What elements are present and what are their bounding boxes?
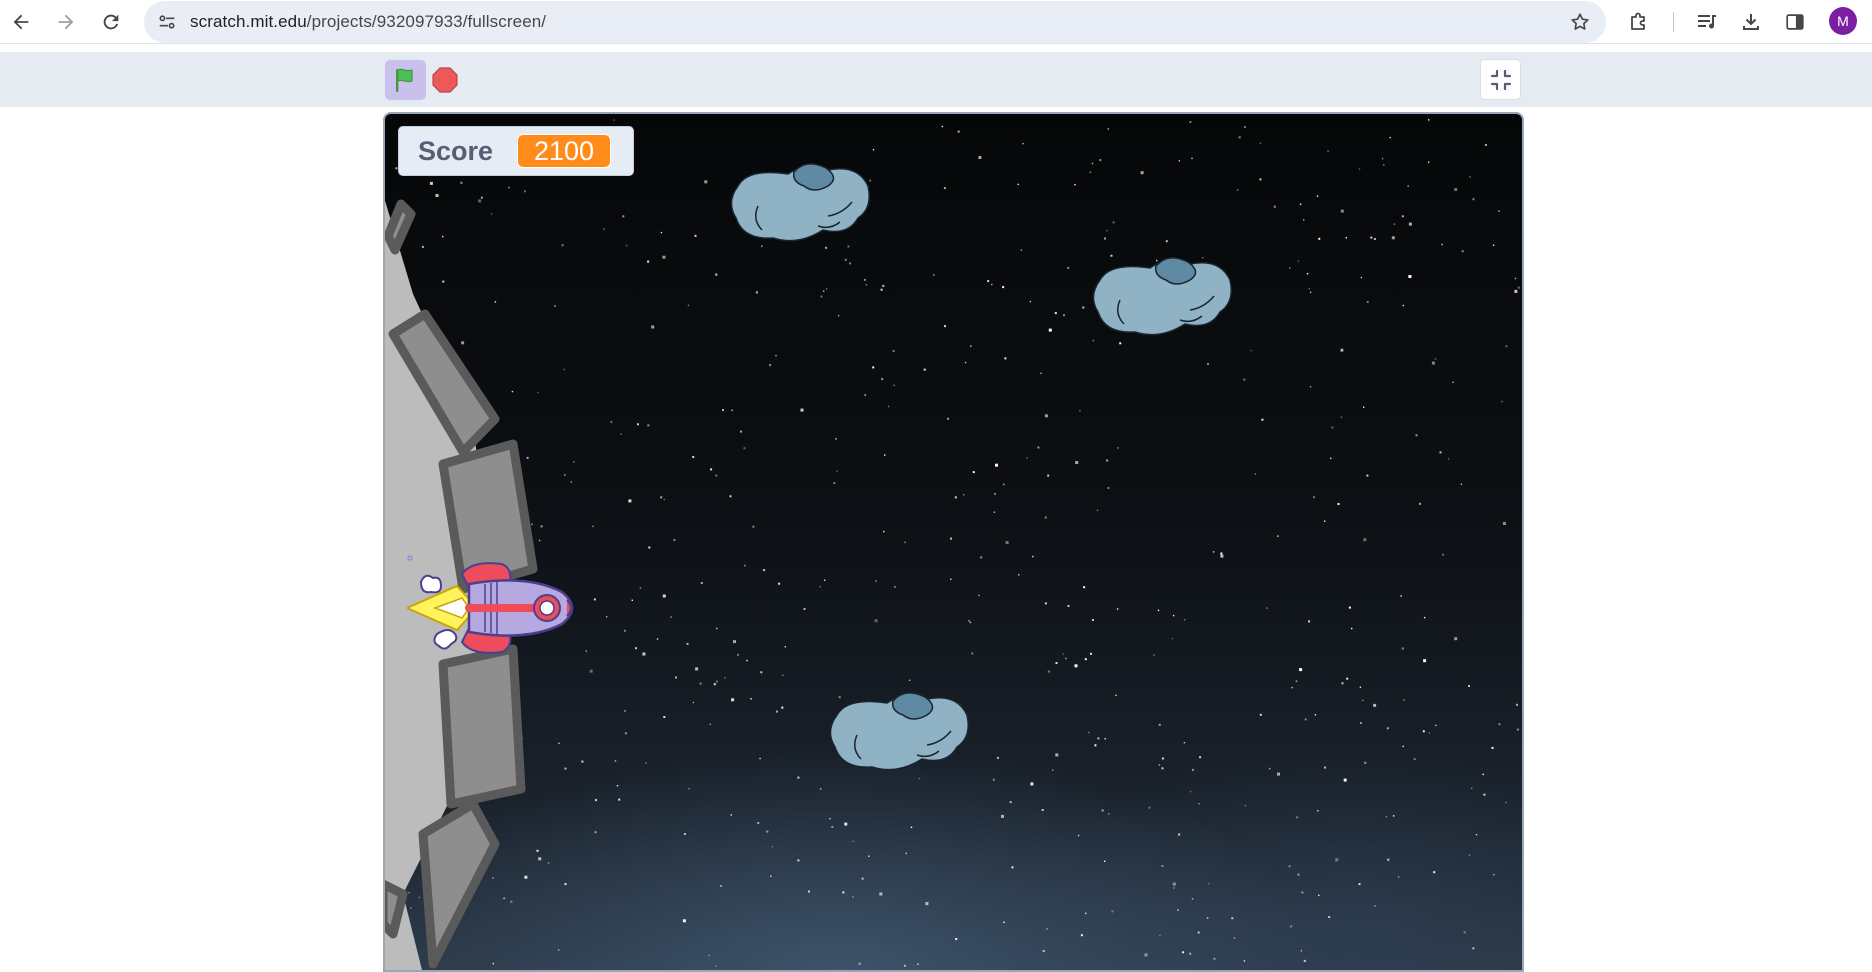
stop-button[interactable] — [431, 66, 459, 94]
asteroid-sprite — [1092, 257, 1232, 336]
score-monitor[interactable]: Score 2100 — [398, 126, 634, 176]
media-controls-icon — [1698, 15, 1716, 29]
score-label: Score — [418, 135, 494, 166]
starfield-backdrop — [386, 119, 1520, 967]
unfullscreen-icon — [1490, 69, 1511, 90]
player-controls-bar — [0, 52, 1872, 107]
back-icon — [13, 14, 29, 30]
reload-icon — [103, 14, 119, 30]
asteroid-sprite — [829, 692, 969, 771]
stage[interactable]: Score 2100 — [383, 112, 1524, 972]
extensions-icon — [1631, 12, 1645, 30]
bookmark-button[interactable] — [1568, 10, 1592, 34]
downloads-icon — [1743, 14, 1759, 30]
reload-button[interactable] — [95, 6, 127, 38]
site-info-button[interactable] — [154, 9, 180, 35]
green-flag-icon — [395, 68, 413, 92]
toolbar-divider — [1673, 12, 1674, 32]
back-button[interactable] — [5, 6, 37, 38]
url-path: /projects/932097933/fullscreen/ — [306, 12, 547, 31]
side-panel-icon — [1786, 14, 1804, 30]
forward-button[interactable] — [50, 6, 82, 38]
side-panel-button[interactable] — [1781, 8, 1809, 36]
url-text[interactable]: scratch.mit.edu/projects/932097933/fulls… — [190, 12, 546, 32]
media-controls-button[interactable] — [1693, 8, 1721, 36]
green-flag-button[interactable] — [385, 60, 426, 100]
forward-icon — [58, 14, 74, 30]
url-host: scratch.mit.edu — [190, 12, 307, 31]
rocket-ship-sprite — [407, 555, 574, 654]
stop-icon — [432, 67, 458, 93]
asteroid-sprite — [730, 163, 870, 242]
downloads-button[interactable] — [1737, 8, 1765, 36]
address-bar[interactable]: scratch.mit.edu/projects/932097933/fulls… — [144, 1, 1606, 43]
bookmark-star-icon — [1571, 13, 1589, 30]
site-info-icon — [159, 15, 175, 29]
score-value: 2100 — [517, 134, 612, 168]
profile-avatar[interactable]: M — [1829, 7, 1857, 35]
extensions-button[interactable] — [1625, 8, 1653, 36]
browser-toolbar: scratch.mit.edu/projects/932097933/fulls… — [0, 0, 1872, 44]
unfullscreen-button[interactable] — [1480, 59, 1521, 100]
